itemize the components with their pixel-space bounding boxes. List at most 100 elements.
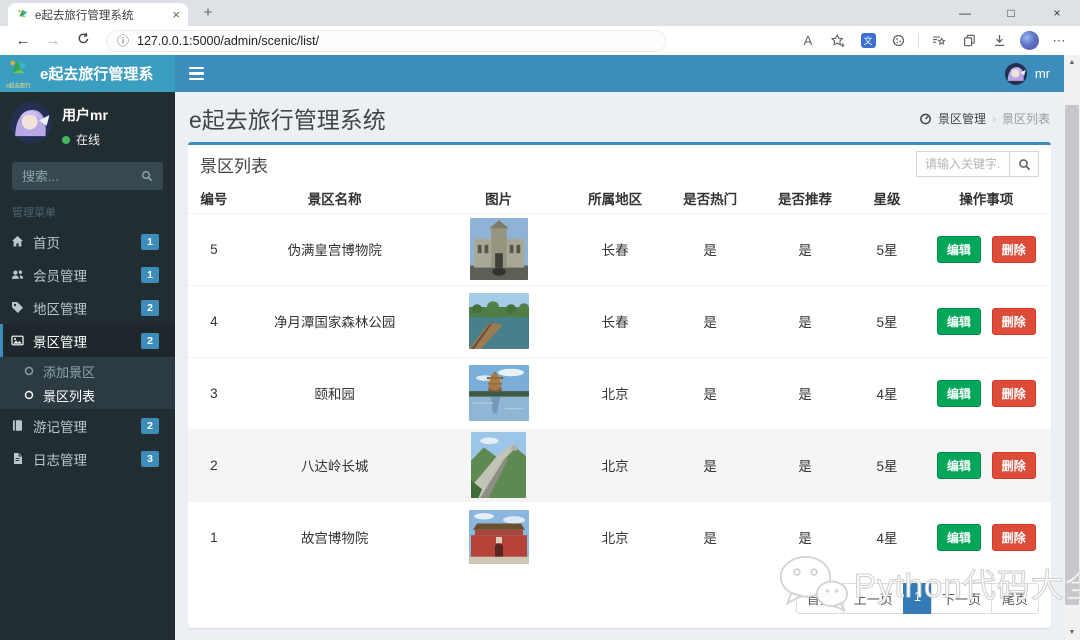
app-logo-icon: e起去旅行 bbox=[6, 57, 34, 91]
cell-hot: 是 bbox=[662, 356, 758, 429]
cell-region: 北京 bbox=[567, 500, 663, 573]
browser-profile-avatar[interactable] bbox=[1016, 30, 1042, 52]
maximize-icon[interactable]: □ bbox=[988, 0, 1034, 26]
sidebar-item-logs[interactable]: 日志管理 3 bbox=[0, 442, 175, 475]
breadcrumb-separator: › bbox=[991, 111, 996, 126]
home-icon bbox=[10, 235, 24, 248]
url-text: 127.0.0.1:5000/admin/scenic/list/ bbox=[137, 33, 320, 48]
sidebar-search-input[interactable] bbox=[22, 168, 135, 184]
user-avatar[interactable] bbox=[10, 102, 52, 144]
sidebar-item-add-scenic[interactable]: 添加景区 bbox=[0, 359, 175, 383]
pagination: 首页 上一页 1 下一页 尾页 bbox=[188, 573, 1051, 628]
pagination-page-1[interactable]: 1 bbox=[902, 583, 932, 614]
cell-hot: 是 bbox=[662, 284, 758, 357]
scrollbar-thumb[interactable] bbox=[1065, 105, 1079, 605]
cell-stars: 5星 bbox=[852, 212, 922, 285]
forward-icon[interactable]: → bbox=[38, 32, 68, 49]
cell-name: 故宫博物院 bbox=[239, 500, 430, 573]
close-icon[interactable]: × bbox=[1034, 0, 1080, 26]
user-status: 在线 bbox=[62, 131, 108, 148]
navbar-user-menu[interactable]: mr bbox=[1005, 55, 1050, 92]
navbar-username: mr bbox=[1034, 66, 1050, 81]
col-header-region: 所属地区 bbox=[567, 183, 663, 214]
window-controls: — □ × bbox=[942, 0, 1080, 26]
scroll-up-icon[interactable]: ▲ bbox=[1064, 55, 1080, 70]
settings-menu-icon[interactable]: ⋯ bbox=[1046, 30, 1072, 52]
delete-button[interactable]: 删除 bbox=[991, 379, 1036, 407]
downloads-icon[interactable] bbox=[986, 30, 1012, 52]
delete-button[interactable]: 删除 bbox=[991, 523, 1036, 551]
cell-region: 长春 bbox=[567, 284, 663, 357]
edit-button[interactable]: 编辑 bbox=[936, 235, 981, 263]
edit-button[interactable]: 编辑 bbox=[936, 523, 981, 551]
collections-icon[interactable] bbox=[926, 30, 952, 52]
minimize-icon[interactable]: — bbox=[942, 0, 988, 26]
user-panel: 用户mr 在线 bbox=[0, 92, 175, 156]
translate-icon[interactable]: 文 bbox=[855, 30, 881, 52]
page-scrollbar[interactable]: ▲ ▼ bbox=[1064, 55, 1080, 640]
url-field[interactable]: ⓘ 127.0.0.1:5000/admin/scenic/list/ bbox=[106, 29, 666, 52]
edit-button[interactable]: 编辑 bbox=[936, 451, 981, 479]
cell-id: 5 bbox=[188, 212, 240, 285]
edit-button[interactable]: 编辑 bbox=[936, 379, 981, 407]
pagination-first[interactable]: 首页 bbox=[795, 583, 844, 614]
browser-tab[interactable]: e起去旅行管理系统 × bbox=[8, 3, 188, 26]
breadcrumb: 景区管理 › 景区列表 bbox=[919, 110, 1050, 127]
sidebar-item-scenic-list[interactable]: 景区列表 bbox=[0, 383, 175, 407]
toolbar-divider bbox=[918, 32, 919, 49]
address-bar-icons: A 文 ⋯ bbox=[795, 30, 1072, 52]
favorite-icon[interactable] bbox=[825, 30, 851, 52]
sidebar-search-icon[interactable] bbox=[135, 164, 159, 188]
sidebar-search bbox=[12, 162, 163, 190]
scroll-down-icon[interactable]: ▼ bbox=[1064, 625, 1080, 640]
tab-title: e起去旅行管理系统 bbox=[35, 9, 134, 22]
edit-button[interactable]: 编辑 bbox=[936, 307, 981, 335]
cell-actions: 编辑 删除 bbox=[921, 212, 1051, 285]
tab-close-icon[interactable]: × bbox=[172, 8, 180, 21]
tag-icon bbox=[10, 301, 24, 314]
read-aloud-icon[interactable]: A bbox=[795, 30, 821, 52]
keyword-search-input[interactable] bbox=[916, 151, 1010, 177]
page-title: e起去旅行管理系统 bbox=[189, 107, 386, 133]
back-icon[interactable]: ← bbox=[8, 32, 38, 49]
menu-badge: 2 bbox=[141, 417, 159, 434]
breadcrumb-current: 景区列表 bbox=[1001, 112, 1050, 126]
search-button[interactable] bbox=[1009, 151, 1039, 177]
cell-name: 八达岭长城 bbox=[239, 428, 430, 501]
breadcrumb-section[interactable]: 景区管理 bbox=[938, 110, 986, 127]
browser-tab-bar: e起去旅行管理系统 × + — □ × bbox=[0, 0, 1080, 26]
sidebar-item-travel-notes[interactable]: 游记管理 2 bbox=[0, 409, 175, 442]
app-logo[interactable]: e起去旅行 e起去旅行管理系 bbox=[0, 55, 175, 92]
sidebar-item-scenic[interactable]: 景区管理 2 bbox=[0, 324, 175, 357]
scenic-photo bbox=[469, 510, 529, 564]
sidebar-item-regions[interactable]: 地区管理 2 bbox=[0, 291, 175, 324]
favicon bbox=[16, 8, 29, 21]
scenic-photo bbox=[469, 365, 529, 421]
sidebar-item-members[interactable]: 会员管理 1 bbox=[0, 258, 175, 291]
sidebar-toggle-icon[interactable] bbox=[175, 55, 217, 92]
app-logo-text: e起去旅行管理系 bbox=[40, 66, 154, 83]
pagination-prev[interactable]: 上一页 bbox=[842, 583, 904, 614]
new-tab-button[interactable]: + bbox=[198, 4, 218, 21]
site-info-icon[interactable]: ⓘ bbox=[117, 32, 129, 49]
circle-o-icon bbox=[24, 390, 34, 400]
cell-hot: 是 bbox=[662, 428, 758, 501]
col-header-name: 景区名称 bbox=[239, 183, 430, 214]
cell-image bbox=[429, 356, 568, 429]
split-screen-icon[interactable] bbox=[956, 30, 982, 52]
cell-recommend: 是 bbox=[757, 212, 853, 285]
pagination-last[interactable]: 尾页 bbox=[990, 583, 1039, 614]
cookie-icon[interactable] bbox=[885, 30, 911, 52]
cell-region: 长春 bbox=[567, 212, 663, 285]
sidebar-item-home[interactable]: 首页 1 bbox=[0, 225, 175, 258]
cell-recommend: 是 bbox=[757, 500, 853, 573]
menu-badge: 3 bbox=[141, 450, 159, 467]
pagination-next[interactable]: 下一页 bbox=[930, 583, 992, 614]
cell-id: 4 bbox=[188, 284, 240, 357]
refresh-icon[interactable] bbox=[68, 32, 98, 49]
delete-button[interactable]: 删除 bbox=[991, 451, 1036, 479]
delete-button[interactable]: 删除 bbox=[991, 307, 1036, 335]
dashboard-icon bbox=[919, 112, 932, 125]
delete-button[interactable]: 删除 bbox=[991, 235, 1036, 263]
cell-region: 北京 bbox=[567, 428, 663, 501]
